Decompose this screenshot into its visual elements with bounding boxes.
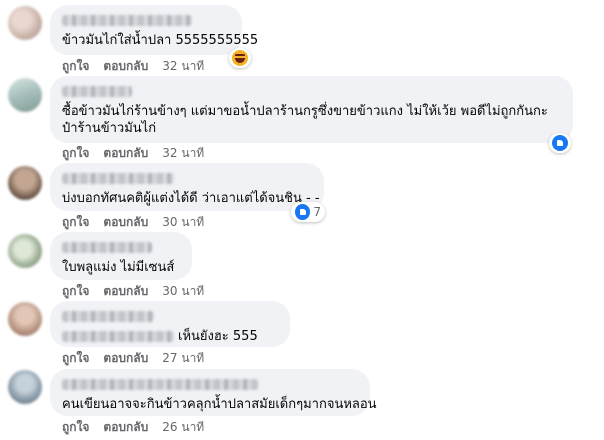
commenter-name[interactable] xyxy=(62,86,132,97)
reply-button[interactable]: ตอบกลับ xyxy=(103,418,148,437)
comment-time[interactable]: 26 นาที xyxy=(162,418,204,437)
avatar[interactable] xyxy=(8,78,42,112)
commenter-name[interactable] xyxy=(62,242,152,253)
like-button[interactable]: ถูกใจ xyxy=(62,282,89,301)
haha-icon xyxy=(232,50,248,66)
comment-text: เห็นยังฮะ 555 xyxy=(178,329,258,344)
comment-actions: ถูกใจ ตอบกลับ 30 นาที xyxy=(62,282,204,301)
comment-bubble: บ่งบอกทัศนคติผู้แต่งได้ดี ว่าเอาแต่ได้จน… xyxy=(50,163,324,211)
comment-text: ซื้อข้าวมันไก่ร้านข้างๆ แต่มาขอน้ำปลาร้า… xyxy=(62,104,548,136)
reaction-badge[interactable]: 7 xyxy=(291,202,325,222)
comment-text: คนเขียนอาจจะกินข้าวคลุกน้ำปลาสมัยเด็กๆมา… xyxy=(62,397,377,412)
avatar[interactable] xyxy=(8,302,42,336)
comment-actions: ถูกใจ ตอบกลับ 30 นาที xyxy=(62,213,204,232)
comment-time[interactable]: 30 นาที xyxy=(162,213,204,232)
comment-actions: ถูกใจ ตอบกลับ 27 นาที xyxy=(62,349,204,368)
reaction-count: 7 xyxy=(313,205,321,219)
like-button[interactable]: ถูกใจ xyxy=(62,418,89,437)
comment-text: บ่งบอกทัศนคติผู้แต่งได้ดี ว่าเอาแต่ได้จน… xyxy=(62,191,320,206)
like-button[interactable]: ถูกใจ xyxy=(62,213,89,232)
reply-button[interactable]: ตอบกลับ xyxy=(103,282,148,301)
comment-time[interactable]: 27 นาที xyxy=(162,349,204,368)
comment-actions: ถูกใจ ตอบกลับ 32 นาที xyxy=(62,144,204,163)
commenter-name[interactable] xyxy=(62,311,154,322)
avatar[interactable] xyxy=(8,166,42,200)
comment-bubble: คนเขียนอาจจะกินข้าวคลุกน้ำปลาสมัยเด็กๆมา… xyxy=(50,369,377,416)
commenter-name[interactable] xyxy=(62,173,174,184)
avatar[interactable] xyxy=(8,6,42,40)
mention-tag[interactable] xyxy=(62,331,174,342)
comment-bubble: เห็นยังฮะ 555 xyxy=(50,301,290,347)
reply-button[interactable]: ตอบกลับ xyxy=(103,349,148,368)
comment-actions: ถูกใจ ตอบกลับ 26 นาที xyxy=(62,418,204,437)
comment-bubble: ใบพลูแม่ง ไม่มีเซนส์ xyxy=(50,232,192,280)
reply-button[interactable]: ตอบกลับ xyxy=(103,213,148,232)
comment-actions: ถูกใจ ตอบกลับ 32 นาที xyxy=(62,57,204,76)
commenter-name[interactable] xyxy=(62,15,192,26)
like-button[interactable]: ถูกใจ xyxy=(62,144,89,163)
reaction-badge[interactable] xyxy=(549,133,571,153)
reply-button[interactable]: ตอบกลับ xyxy=(103,144,148,163)
like-icon xyxy=(552,135,568,151)
comment-bubble: ซื้อข้าวมันไก่ร้านข้างๆ แต่มาขอน้ำปลาร้า… xyxy=(50,76,573,143)
comment-bubble: ข้าวมันไก่ใส่น้ำปลา 5555555555 xyxy=(50,5,259,55)
comment-body: เห็นยังฮะ 555 xyxy=(62,328,278,345)
comment-time[interactable]: 32 นาที xyxy=(162,57,204,76)
like-button[interactable]: ถูกใจ xyxy=(62,349,89,368)
reply-button[interactable]: ตอบกลับ xyxy=(103,57,148,76)
like-button[interactable]: ถูกใจ xyxy=(62,57,89,76)
comment-text: ใบพลูแม่ง ไม่มีเซนส์ xyxy=(62,260,175,275)
commenter-name[interactable] xyxy=(62,379,258,390)
comment-text: ข้าวมันไก่ใส่น้ำปลา 5555555555 xyxy=(62,33,259,48)
comment-time[interactable]: 32 นาที xyxy=(162,144,204,163)
like-icon xyxy=(295,204,311,220)
reaction-badge[interactable] xyxy=(229,48,251,68)
comment-time[interactable]: 30 นาที xyxy=(162,282,204,301)
avatar[interactable] xyxy=(8,370,42,404)
avatar[interactable] xyxy=(8,234,42,268)
